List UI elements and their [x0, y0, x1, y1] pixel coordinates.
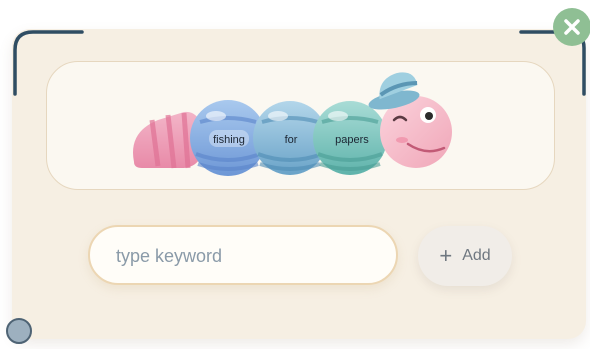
search-field[interactable]: [88, 225, 398, 285]
add-button-label: Add: [462, 247, 491, 264]
segment-label-for: for: [285, 134, 298, 146]
status-dot: [6, 318, 32, 344]
close-icon: [564, 19, 580, 35]
add-button[interactable]: + Add: [418, 226, 512, 286]
search-input[interactable]: [114, 227, 388, 285]
close-button[interactable]: [553, 8, 590, 46]
segment-label-papers: papers: [335, 134, 369, 146]
plus-icon: +: [439, 243, 453, 268]
caterpillar-illustration: fishing for papers: [133, 72, 452, 176]
segment-label-fishing: fishing: [213, 134, 245, 146]
